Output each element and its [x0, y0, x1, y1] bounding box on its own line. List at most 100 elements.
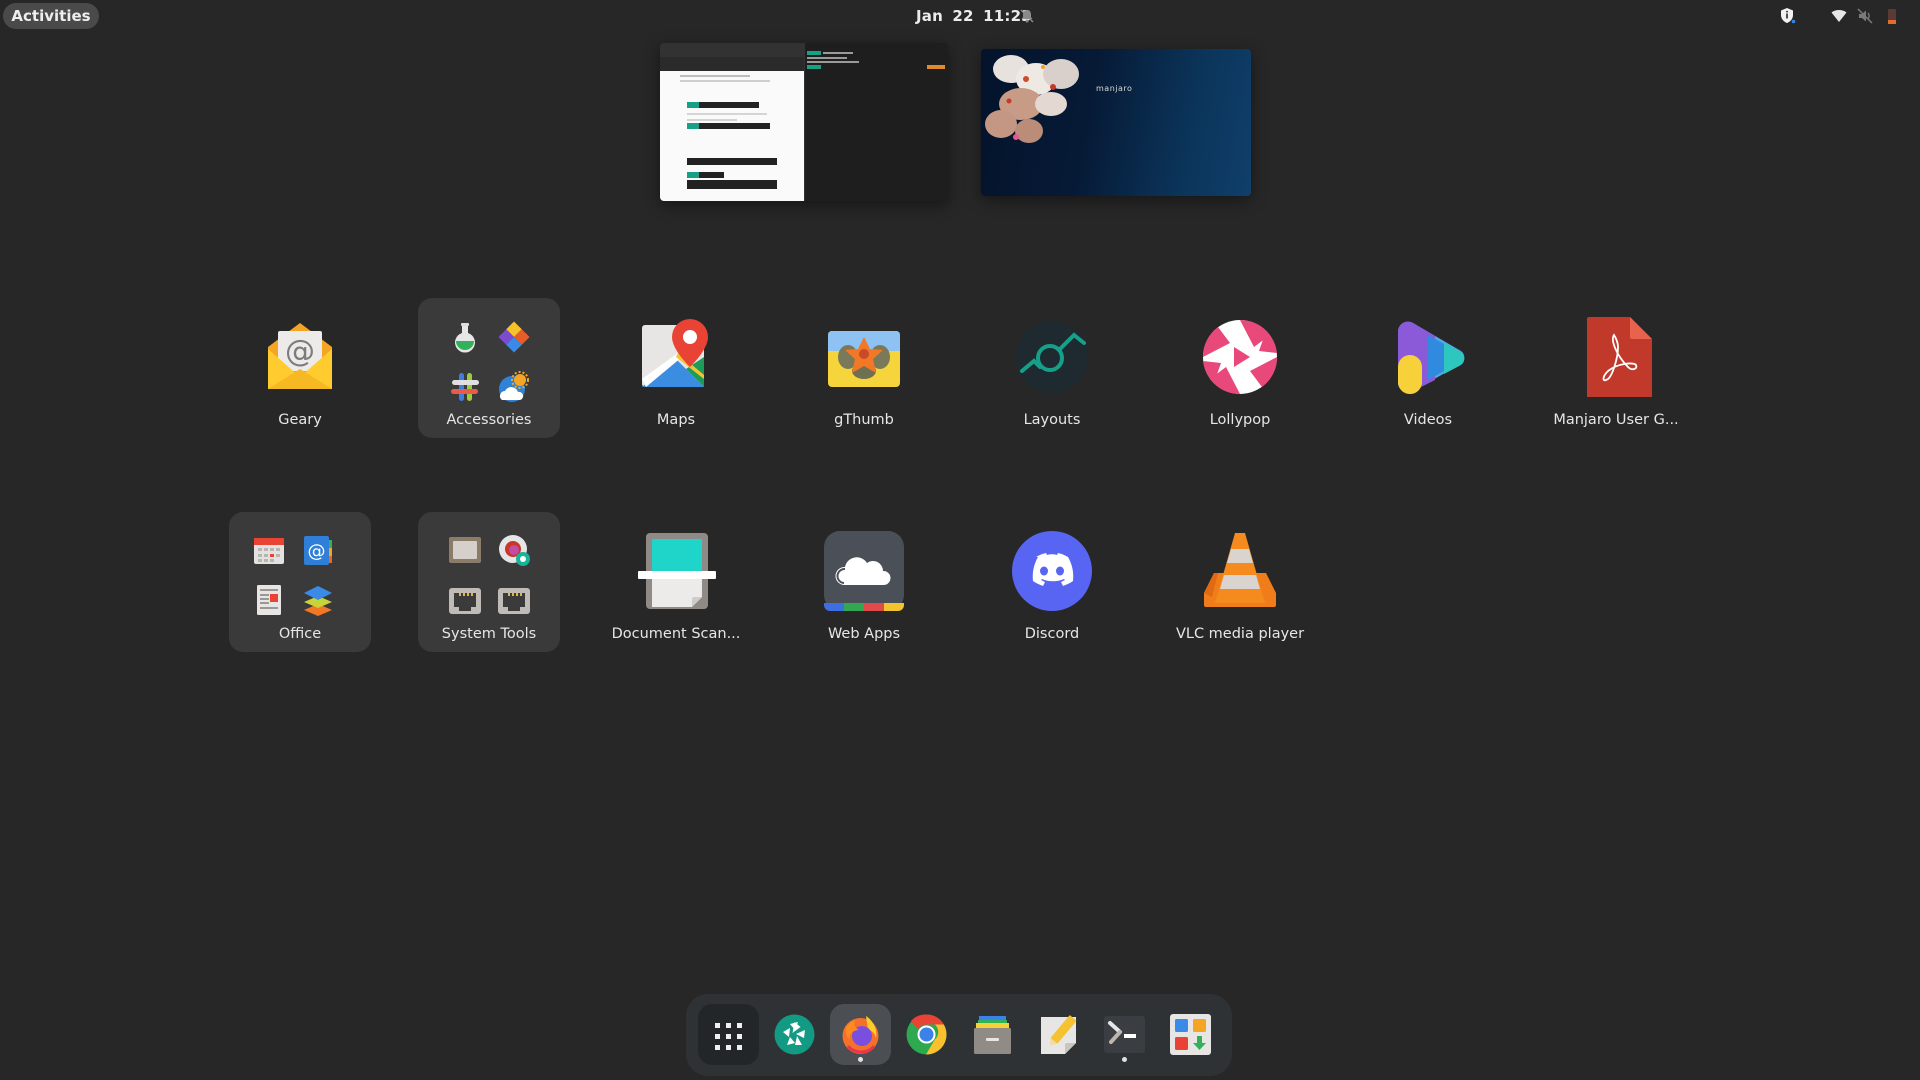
dock [686, 994, 1232, 1076]
app-label: Manjaro User G... [1553, 412, 1679, 428]
doc-code-block [687, 172, 724, 178]
doc-code-block [687, 102, 759, 108]
music-player-icon [1200, 317, 1280, 397]
pdf-document-icon [1576, 317, 1656, 397]
layouts-icon [1012, 317, 1092, 397]
dock-item-chrome[interactable] [896, 1004, 957, 1065]
show-applications-button[interactable] [698, 1004, 759, 1065]
dock-item-screenshot[interactable] [764, 1004, 825, 1065]
app-label: Geary [278, 412, 322, 428]
doc-code-block [687, 123, 770, 129]
software-center-icon [1170, 1014, 1211, 1055]
vlc-cone-icon [1200, 531, 1280, 611]
terminal-prompt [807, 51, 821, 55]
file-cabinet-icon [974, 1016, 1011, 1054]
folder-accessories[interactable]: Accessories [418, 298, 560, 438]
cherry-blossom-wallpaper [985, 55, 1079, 143]
running-indicator [858, 1057, 863, 1062]
date-label: Jan 22 [916, 7, 974, 25]
app-videos[interactable]: Videos [1357, 298, 1499, 438]
doc-menu-line [680, 80, 770, 82]
app-manjaro-user-guide[interactable]: Manjaro User G... [1545, 298, 1687, 438]
app-geary[interactable]: @ Geary [229, 298, 371, 438]
clock-button[interactable]: Jan 22 11:23 [916, 0, 1032, 32]
app-web-apps[interactable]: Web Apps [793, 512, 935, 652]
battery-low-icon[interactable] [1886, 7, 1898, 25]
dock-item-terminal[interactable] [1094, 1004, 1155, 1065]
workspace-1-thumbnail[interactable] [660, 43, 948, 201]
doc-code-block [687, 158, 777, 165]
flask-icon [449, 321, 481, 353]
firefox-icon [842, 1016, 879, 1054]
top-panel: Activities Jan 22 11:23 [0, 0, 1920, 32]
wallpaper-logo-text: manjaro [1096, 84, 1133, 93]
app-label: Maps [656, 412, 696, 428]
activities-button[interactable]: Activities [3, 3, 99, 29]
app-label: Accessories [446, 412, 532, 428]
layers-icon [302, 584, 334, 616]
app-label: Office [278, 626, 322, 642]
workspace-2-thumbnail[interactable]: manjaro [981, 49, 1251, 196]
app-label: Discord [1024, 626, 1080, 642]
app-vlc[interactable]: VLC media player [1169, 512, 1311, 652]
app-gthumb[interactable]: gThumb [793, 298, 935, 438]
chrome-icon [906, 1014, 947, 1055]
cloud-icon [824, 531, 904, 611]
app-label: Lollypop [1209, 412, 1271, 428]
dock-item-files[interactable] [962, 1004, 1023, 1065]
notifications-disabled-icon[interactable] [1019, 8, 1035, 24]
terminal-window-thumbnail[interactable] [804, 43, 948, 201]
app-layouts[interactable]: Layouts [981, 298, 1123, 438]
browser-tabs [660, 43, 804, 57]
running-indicator [1122, 1057, 1127, 1062]
doc-code-block [687, 180, 777, 189]
svg-text:@: @ [285, 334, 315, 369]
folder-office[interactable]: @ Office [229, 512, 371, 652]
app-label: gThumb [834, 412, 894, 428]
calendar-icon [253, 534, 285, 566]
browser-toolbar [660, 57, 804, 71]
terminal-line [807, 57, 847, 59]
svg-text:@: @ [308, 541, 326, 562]
browser-window-thumbnail[interactable] [660, 43, 804, 201]
dock-item-firefox[interactable] [830, 1004, 891, 1065]
hashtag-icon [449, 371, 481, 403]
scanner-icon [636, 531, 716, 611]
video-player-icon [1388, 317, 1468, 397]
terminal-line [823, 52, 853, 54]
terminal-icon [1104, 1016, 1145, 1053]
color-palette-icon [498, 321, 530, 353]
security-shield-icon[interactable] [1779, 7, 1797, 25]
discord-icon [1012, 531, 1092, 611]
app-lollypop[interactable]: Lollypop [1169, 298, 1311, 438]
hardware-chip-icon [449, 534, 481, 566]
terminal-line [807, 61, 859, 63]
app-label: VLC media player [1175, 626, 1305, 642]
doc-title-line [680, 75, 750, 77]
terminal-prompt [807, 65, 821, 69]
app-discord[interactable]: Discord [981, 512, 1123, 652]
weather-icon [498, 371, 530, 403]
wifi-icon[interactable] [1830, 7, 1848, 25]
app-label: System Tools [441, 626, 537, 642]
dock-item-text-editor[interactable] [1028, 1004, 1089, 1065]
app-document-scanner[interactable]: Document Scan... [605, 512, 747, 652]
dock-item-software[interactable] [1160, 1004, 1221, 1065]
folder-system-tools[interactable]: System Tools [418, 512, 560, 652]
volume-muted-icon[interactable] [1856, 7, 1874, 25]
contacts-icon: @ [302, 534, 334, 566]
text-editor-icon [1041, 1015, 1077, 1054]
doc-text-line [687, 113, 767, 115]
mail-icon: @ [260, 317, 340, 397]
app-grid-icon [715, 1023, 742, 1050]
doc-text-line [687, 119, 737, 121]
camera-aperture-icon [774, 1014, 815, 1055]
app-label: Layouts [1023, 412, 1081, 428]
document-viewer-icon [253, 584, 285, 616]
maps-icon [636, 317, 716, 397]
app-maps[interactable]: Maps [605, 298, 747, 438]
app-label: Document Scan... [611, 626, 741, 642]
network-port-icon [449, 584, 481, 616]
image-viewer-icon [824, 317, 904, 397]
terminal-status-badge [927, 65, 945, 69]
